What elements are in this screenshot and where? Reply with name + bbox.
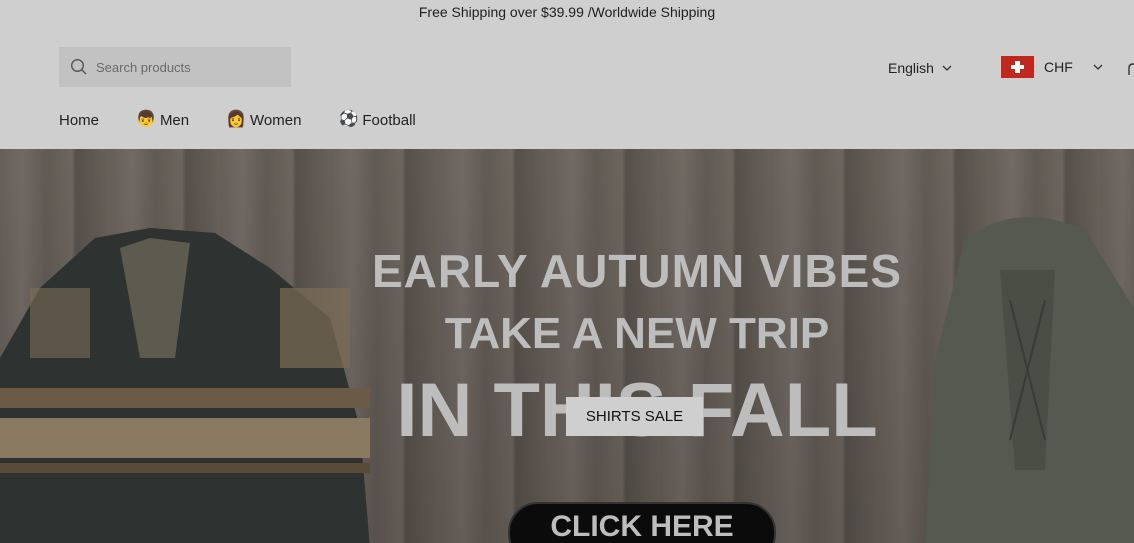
- switzerland-flag-icon: [1001, 56, 1034, 78]
- search-icon: [70, 58, 87, 75]
- currency-label: CHF: [1044, 59, 1073, 75]
- currency-selector[interactable]: CHF: [1001, 56, 1103, 78]
- main-nav: Home 👦 Men 👩 Women ⚽ Football: [59, 110, 453, 130]
- nav-label-women: Women: [250, 111, 302, 129]
- nav-label-men: Men: [159, 111, 190, 129]
- banner-click-here-label: CLICK HERE: [550, 510, 734, 543]
- chevron-down-icon: [1093, 64, 1103, 70]
- cart-icon[interactable]: [1126, 62, 1134, 76]
- shirts-sale-button[interactable]: SHIRTS SALE: [566, 397, 703, 436]
- nav-label-football: Football: [362, 111, 416, 129]
- woman-emoji-icon: 👩: [226, 111, 247, 128]
- boy-emoji-icon: 👦: [136, 111, 156, 128]
- search-input[interactable]: [96, 59, 276, 75]
- chevron-down-icon: [942, 65, 952, 71]
- banner-click-here-graphic[interactable]: CLICK HERE: [508, 502, 776, 543]
- soccer-ball-icon: ⚽: [338, 111, 359, 128]
- nav-label-home: Home: [59, 111, 100, 129]
- nav-item-home[interactable]: Home: [59, 112, 99, 129]
- search-box[interactable]: [59, 47, 291, 87]
- hero-headline-2: TAKE A NEW TRIP: [444, 309, 830, 358]
- announcement-text: Free Shipping over $39.99 /Worldwide Shi…: [418, 4, 716, 20]
- language-selector[interactable]: English: [888, 58, 952, 78]
- hero-headline-1: EARLY AUTUMN VIBES: [371, 245, 903, 297]
- nav-item-men[interactable]: 👦 Men: [136, 110, 189, 130]
- nav-item-women[interactable]: 👩 Women: [226, 110, 301, 130]
- language-label: English: [888, 60, 934, 76]
- hero-banner[interactable]: EARLY AUTUMN VIBES TAKE A NEW TRIP IN TH…: [0, 149, 1134, 543]
- announcement-bar: Free Shipping over $39.99 /Worldwide Shi…: [0, 0, 1134, 24]
- nav-item-football[interactable]: ⚽ Football: [338, 110, 415, 130]
